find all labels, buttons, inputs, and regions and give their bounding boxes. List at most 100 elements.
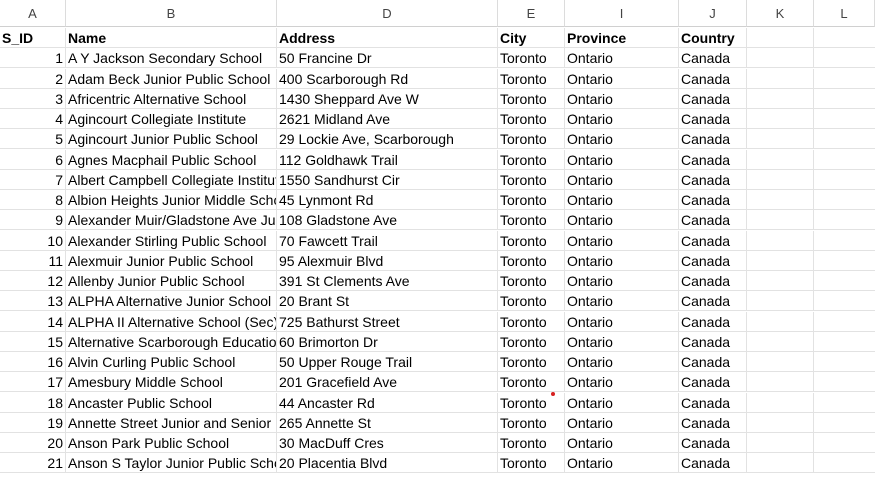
cell-address[interactable]: 1550 Sandhurst Cir bbox=[277, 169, 498, 190]
column-header-i[interactable]: I bbox=[565, 0, 679, 27]
cell-address[interactable]: 400 Scarborough Rd bbox=[277, 68, 498, 89]
column-header-d[interactable]: D bbox=[277, 0, 498, 27]
cell-country[interactable]: Canada bbox=[679, 48, 747, 69]
header-cell-province[interactable]: Province bbox=[565, 28, 679, 48]
cell-province[interactable]: Ontario bbox=[565, 453, 679, 474]
empty-cell[interactable] bbox=[814, 69, 875, 89]
cell-province[interactable]: Ontario bbox=[565, 149, 679, 170]
empty-cell[interactable] bbox=[747, 149, 814, 170]
cell-address[interactable]: 265 Annette St bbox=[277, 412, 498, 433]
cell-address[interactable]: 2621 Midland Ave bbox=[277, 109, 498, 129]
empty-cell[interactable] bbox=[747, 169, 814, 190]
cell-name[interactable]: Amesbury Middle School bbox=[66, 372, 277, 393]
cell-name[interactable]: Alexmuir Junior Public School bbox=[66, 250, 277, 271]
empty-cell[interactable] bbox=[747, 291, 814, 312]
cell-name[interactable]: Annette Street Junior and Senior Public bbox=[66, 412, 277, 433]
cell-sid[interactable]: 2 bbox=[0, 68, 66, 89]
cell-city[interactable]: Toronto bbox=[498, 190, 565, 210]
empty-cell[interactable] bbox=[747, 271, 814, 291]
empty-cell[interactable] bbox=[814, 170, 875, 190]
cell-city[interactable]: Toronto bbox=[498, 392, 565, 413]
column-header-e[interactable]: E bbox=[498, 0, 565, 27]
empty-cell[interactable] bbox=[814, 190, 875, 210]
cell-country[interactable]: Canada bbox=[679, 331, 747, 352]
cell-sid[interactable]: 13 bbox=[0, 291, 66, 312]
empty-cell[interactable] bbox=[747, 412, 814, 433]
cell-sid[interactable]: 5 bbox=[0, 129, 66, 150]
cell-address[interactable]: 108 Gladstone Ave bbox=[277, 210, 498, 231]
cell-sid[interactable]: 7 bbox=[0, 169, 66, 190]
cell-name[interactable]: A Y Jackson Secondary School bbox=[66, 48, 277, 69]
cell-name[interactable]: ALPHA Alternative Junior School bbox=[66, 291, 277, 312]
cell-name[interactable]: Albert Campbell Collegiate Institute bbox=[66, 169, 277, 190]
empty-cell[interactable] bbox=[814, 271, 875, 291]
cell-city[interactable]: Toronto bbox=[498, 48, 565, 69]
cell-sid[interactable]: 17 bbox=[0, 372, 66, 393]
cell-sid[interactable]: 6 bbox=[0, 149, 66, 170]
cell-city[interactable]: Toronto bbox=[498, 412, 565, 433]
empty-cell[interactable] bbox=[747, 28, 814, 48]
cell-address[interactable]: 201 Gracefield Ave bbox=[277, 372, 498, 393]
cell-sid[interactable]: 9 bbox=[0, 210, 66, 231]
cell-sid[interactable]: 3 bbox=[0, 88, 66, 109]
cell-city[interactable]: Toronto bbox=[498, 291, 565, 312]
cell-name[interactable]: Allenby Junior Public School bbox=[66, 271, 277, 291]
cell-address[interactable]: 45 Lynmont Rd bbox=[277, 190, 498, 210]
cell-province[interactable]: Ontario bbox=[565, 392, 679, 413]
column-header-a[interactable]: A bbox=[0, 0, 66, 27]
cell-city[interactable]: Toronto bbox=[498, 129, 565, 150]
header-cell-name[interactable]: Name bbox=[66, 28, 277, 48]
cell-country[interactable]: Canada bbox=[679, 169, 747, 190]
empty-cell[interactable] bbox=[747, 129, 814, 150]
cell-country[interactable]: Canada bbox=[679, 372, 747, 393]
cell-name[interactable]: Agincourt Junior Public School bbox=[66, 129, 277, 150]
header-cell-sid[interactable]: S_ID bbox=[0, 28, 66, 48]
cell-address[interactable]: 20 Brant St bbox=[277, 291, 498, 312]
cell-sid[interactable]: 18 bbox=[0, 392, 66, 413]
cell-name[interactable]: Alternative Scarborough Education bbox=[66, 331, 277, 352]
cell-name[interactable]: Albion Heights Junior Middle School bbox=[66, 190, 277, 210]
header-cell-city[interactable]: City bbox=[498, 28, 565, 48]
cell-country[interactable]: Canada bbox=[679, 311, 747, 332]
column-header-b[interactable]: B bbox=[66, 0, 277, 27]
cell-address[interactable]: 44 Ancaster Rd bbox=[277, 392, 498, 413]
empty-cell[interactable] bbox=[814, 453, 875, 473]
cell-country[interactable]: Canada bbox=[679, 210, 747, 231]
cell-city[interactable]: Toronto bbox=[498, 68, 565, 89]
cell-country[interactable]: Canada bbox=[679, 129, 747, 150]
cell-city[interactable]: Toronto bbox=[498, 230, 565, 251]
cell-province[interactable]: Ontario bbox=[565, 311, 679, 332]
cell-sid[interactable]: 1 bbox=[0, 48, 66, 69]
cell-address[interactable]: 50 Upper Rouge Trail bbox=[277, 352, 498, 372]
cell-country[interactable]: Canada bbox=[679, 230, 747, 251]
cell-name[interactable]: Africentric Alternative School bbox=[66, 88, 277, 109]
cell-country[interactable]: Canada bbox=[679, 68, 747, 89]
cell-province[interactable]: Ontario bbox=[565, 210, 679, 231]
column-header-j[interactable]: J bbox=[679, 0, 747, 27]
cell-address[interactable]: 60 Brimorton Dr bbox=[277, 331, 498, 352]
cell-sid[interactable]: 4 bbox=[0, 109, 66, 129]
cell-province[interactable]: Ontario bbox=[565, 250, 679, 271]
empty-cell[interactable] bbox=[814, 352, 875, 372]
cell-sid[interactable]: 20 bbox=[0, 433, 66, 453]
column-header-k[interactable]: K bbox=[747, 0, 814, 27]
cell-country[interactable]: Canada bbox=[679, 109, 747, 129]
cell-country[interactable]: Canada bbox=[679, 412, 747, 433]
cell-city[interactable]: Toronto bbox=[498, 352, 565, 372]
cell-address[interactable]: 95 Alexmuir Blvd bbox=[277, 250, 498, 271]
empty-cell[interactable] bbox=[747, 250, 814, 271]
cell-country[interactable]: Canada bbox=[679, 250, 747, 271]
empty-cell[interactable] bbox=[747, 68, 814, 89]
empty-cell[interactable] bbox=[814, 231, 875, 251]
cell-city[interactable]: Toronto bbox=[498, 250, 565, 271]
cell-sid[interactable]: 12 bbox=[0, 271, 66, 291]
cell-province[interactable]: Ontario bbox=[565, 291, 679, 312]
empty-cell[interactable] bbox=[747, 48, 814, 69]
cell-name[interactable]: Anson Park Public School bbox=[66, 433, 277, 453]
cell-sid[interactable]: 11 bbox=[0, 250, 66, 271]
cell-city[interactable]: Toronto bbox=[498, 109, 565, 129]
cell-address[interactable]: 391 St Clements Ave bbox=[277, 271, 498, 291]
cell-name[interactable]: Ancaster Public School bbox=[66, 392, 277, 413]
cell-sid[interactable]: 16 bbox=[0, 352, 66, 372]
cell-address[interactable]: 30 MacDuff Cres bbox=[277, 433, 498, 453]
